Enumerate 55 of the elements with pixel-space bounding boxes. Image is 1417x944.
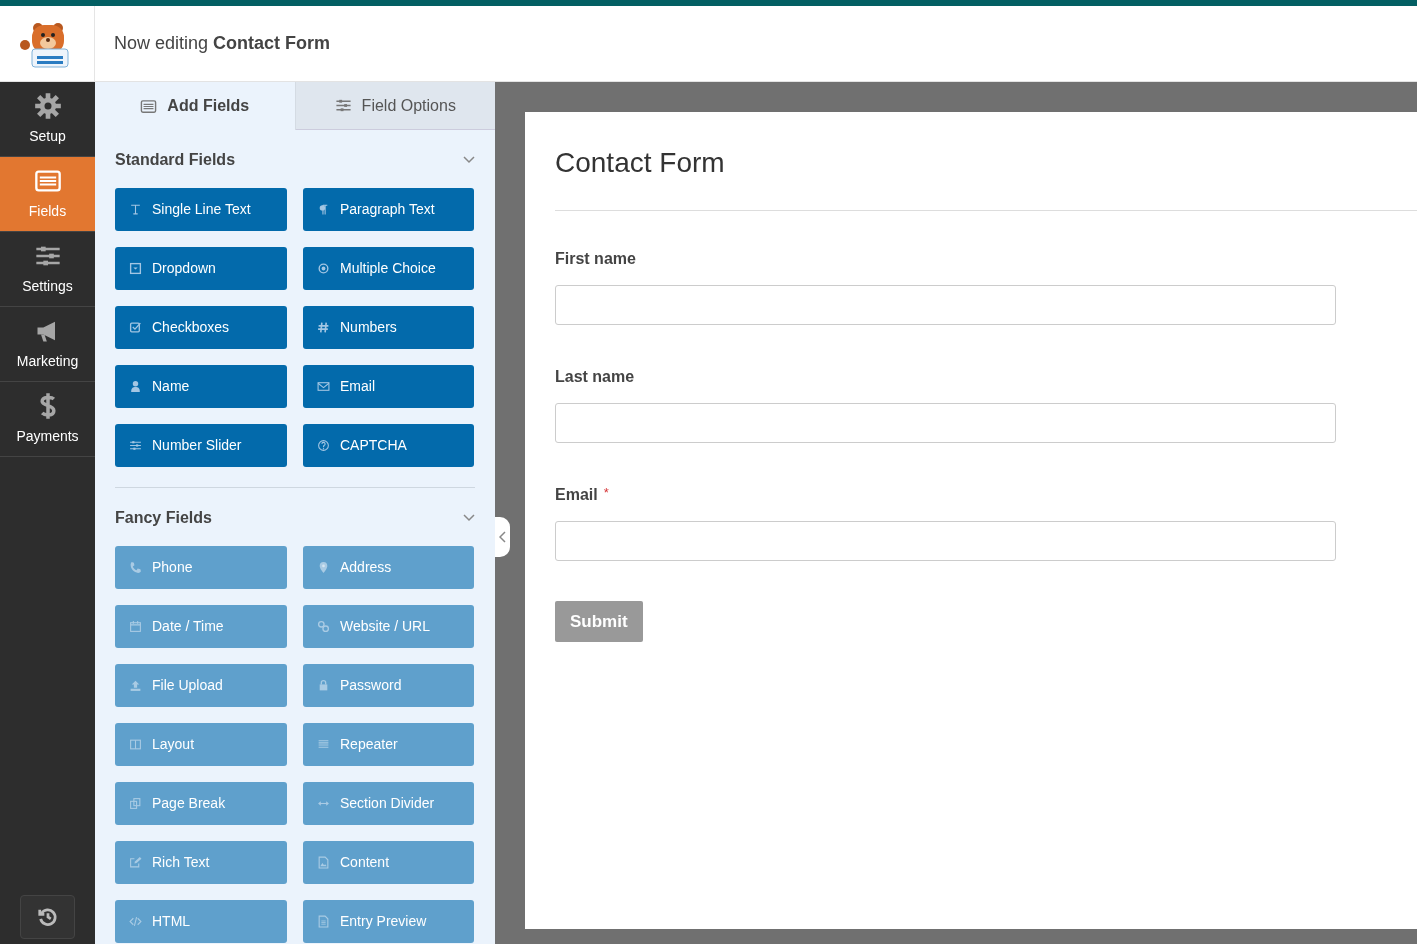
columns-icon — [129, 738, 142, 751]
revisions-button[interactable] — [20, 895, 75, 939]
chevron-down-icon — [463, 514, 475, 522]
code-icon — [129, 915, 142, 928]
section-header[interactable]: Standard Fields — [115, 130, 475, 188]
check-icon — [129, 321, 142, 334]
lock-icon — [317, 679, 330, 692]
add-field-button[interactable]: Dropdown — [115, 247, 287, 290]
link-icon — [317, 620, 330, 633]
field-label: First name — [555, 249, 636, 269]
sliders-icon — [129, 439, 142, 452]
copy-icon — [129, 797, 142, 810]
gear-icon — [33, 91, 62, 120]
field-label: Email — [555, 485, 598, 505]
chevron-down-icon — [463, 156, 475, 164]
phone-icon — [129, 561, 142, 574]
add-field-button[interactable]: Email — [303, 365, 474, 408]
pin-icon — [317, 561, 330, 574]
add-field-button[interactable]: Paragraph Text — [303, 188, 474, 231]
text-icon — [129, 203, 142, 216]
user-icon — [129, 380, 142, 393]
form-title: Contact Form — [555, 142, 1417, 211]
add-field-button[interactable]: Number Slider — [115, 424, 287, 467]
add-field-button[interactable]: Checkboxes — [115, 306, 287, 349]
add-field-button[interactable]: Name — [115, 365, 287, 408]
section-header[interactable]: Fancy Fields — [115, 488, 475, 546]
upload-icon — [129, 679, 142, 692]
add-field-button[interactable]: Multiple Choice — [303, 247, 474, 290]
add-field-button[interactable]: CAPTCHA — [303, 424, 474, 467]
collapse-handle[interactable] — [495, 517, 510, 557]
question-icon — [317, 439, 330, 452]
add-field-button[interactable]: Single Line Text — [115, 188, 287, 231]
file-icon — [317, 915, 330, 928]
image-icon — [317, 856, 330, 869]
list-icon — [140, 97, 158, 115]
sliders-icon — [334, 97, 352, 114]
envelope-icon — [317, 380, 330, 393]
pilcrow-icon — [317, 203, 330, 216]
chevron-left-icon — [498, 531, 507, 543]
page-heading: Now editing Contact Form — [114, 32, 331, 55]
field-label: Last name — [555, 367, 635, 387]
text-input-field[interactable] — [555, 403, 1336, 443]
panel-tab[interactable]: Field Options — [295, 82, 495, 130]
sidebar-nav-item[interactable]: Fields — [0, 157, 95, 232]
add-field-button[interactable]: Numbers — [303, 306, 474, 349]
lines-icon — [317, 738, 330, 751]
dropdown-icon — [129, 262, 142, 275]
text-input-field[interactable] — [555, 285, 1336, 325]
radio-icon — [317, 262, 330, 275]
text-input-field[interactable] — [555, 521, 1336, 561]
required-mark: * — [603, 484, 609, 502]
hash-icon — [317, 321, 330, 334]
calendar-icon — [129, 620, 142, 633]
edit-icon — [129, 856, 142, 869]
history-icon — [36, 906, 59, 928]
